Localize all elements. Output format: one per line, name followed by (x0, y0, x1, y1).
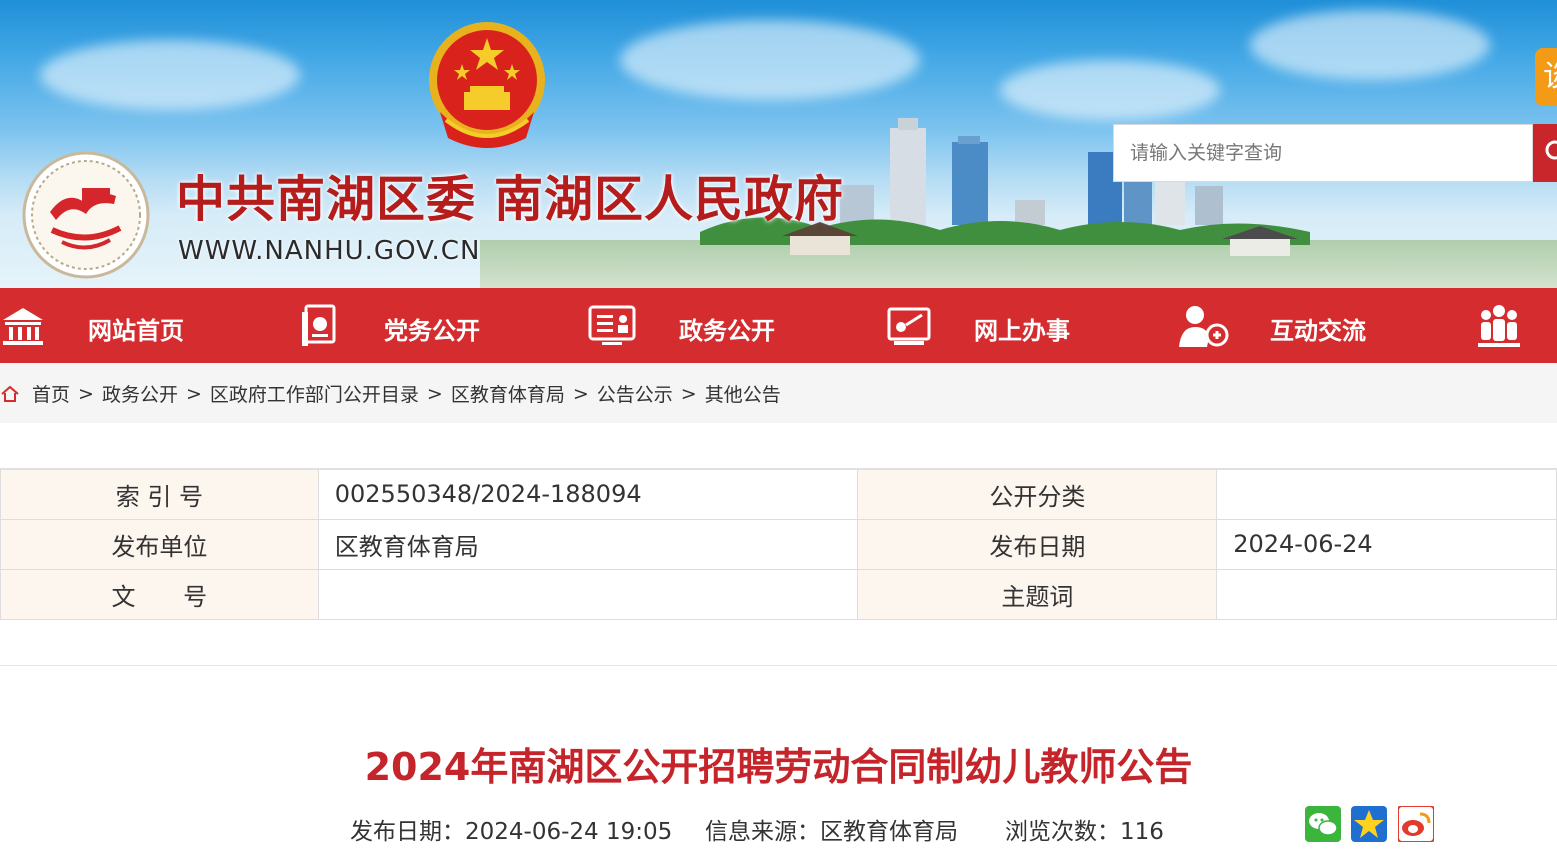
doc-number-value (317, 568, 859, 620)
national-emblem-icon (429, 22, 545, 148)
nav-item-gov[interactable]: 政务公开 (585, 288, 880, 363)
wechat-share-icon[interactable] (1305, 806, 1341, 842)
nav-item-party[interactable]: 党务公开 (290, 288, 585, 363)
info-source: 信息来源：区教育体育局 (705, 819, 958, 845)
breadcrumb-link[interactable]: 区政府工作部门公开目录 (210, 380, 419, 407)
article-title: 2024年南湖区公开招聘劳动合同制幼儿教师公告 (364, 745, 1193, 789)
nav-label: 党务公开 (384, 317, 480, 345)
document-info-table: 索 引 号 002550348/2024-188094 公开分类 发布单位 区教… (0, 468, 1557, 620)
nav-label: 政务公开 (679, 317, 775, 345)
breadcrumb-link[interactable]: 政务公开 (102, 380, 178, 407)
breadcrumb-separator: > (680, 382, 697, 405)
index-label: 索 引 号 (0, 468, 319, 520)
date-value: 2024-06-24 (1216, 518, 1557, 570)
interaction-person-icon (1179, 306, 1229, 347)
breadcrumb-link[interactable]: 公告公示 (597, 380, 673, 407)
breadcrumb-bar: 首页 > 政务公开 > 区政府工作部门公开目录 > 区教育体育局 > 公告公示 … (0, 363, 1557, 423)
view-count: 浏览次数：116 (1005, 819, 1164, 845)
site-url: WWW.NANHU.GOV.CN (178, 236, 481, 266)
party-book-icon (302, 304, 336, 346)
nav-item-home[interactable]: 网站首页 (0, 288, 290, 363)
breadcrumb-separator: > (426, 382, 443, 405)
nav-label: 网上办事 (974, 317, 1070, 345)
nav-item-online[interactable]: 网上办事 (880, 288, 1175, 363)
weibo-share-icon[interactable] (1398, 806, 1434, 842)
favorite-star-icon[interactable] (1351, 806, 1387, 842)
publish-date: 发布日期：2024-06-24 19:05 (350, 819, 673, 845)
table-row: 索 引 号 002550348/2024-188094 公开分类 (0, 468, 1557, 520)
date-label: 发布日期 (857, 518, 1218, 570)
breadcrumb-separator: > (78, 382, 94, 405)
people-group-icon (1478, 305, 1520, 347)
search-input[interactable] (1113, 124, 1533, 182)
breadcrumb: 首页 > 政务公开 > 区政府工作部门公开目录 > 区教育体育局 > 公告公示 … (0, 380, 781, 407)
breadcrumb-link[interactable]: 区教育体育局 (451, 380, 565, 407)
table-row: 文 号 主题词 (0, 568, 1557, 620)
breadcrumb-link[interactable]: 首页 (32, 380, 70, 407)
index-value: 002550348/2024-188094 (317, 468, 859, 520)
home-icon (1, 385, 19, 402)
side-floating-tab[interactable]: 谈 (1535, 48, 1557, 106)
home-building-icon (3, 308, 43, 345)
category-label: 公开分类 (857, 468, 1218, 520)
site-title: 中共南湖区委 南湖区人民政府 (176, 171, 845, 228)
nav-item-interaction[interactable]: 互动交流 (1175, 288, 1470, 363)
district-logo-icon (22, 151, 150, 279)
publisher-value: 区教育体育局 (317, 518, 859, 570)
nav-label: 网站首页 (88, 317, 184, 345)
search-button[interactable] (1533, 124, 1557, 182)
table-row: 发布单位 区教育体育局 发布日期 2024-06-24 (0, 518, 1557, 570)
search-icon (1545, 140, 1557, 160)
doc-number-label: 文 号 (0, 568, 319, 620)
keyword-label: 主题词 (857, 568, 1218, 620)
nav-label: 互动交流 (1270, 317, 1366, 345)
keyword-value (1216, 568, 1557, 620)
online-service-icon (887, 307, 931, 345)
breadcrumb-separator: > (572, 382, 589, 405)
main-nav: 网站首页 党务公开 政务公开 网上办事 互动交流 (0, 288, 1557, 363)
gov-info-icon (588, 305, 636, 345)
category-value (1216, 468, 1557, 520)
breadcrumb-separator: > (185, 382, 202, 405)
nav-item-people[interactable] (1470, 288, 1557, 363)
publisher-label: 发布单位 (0, 518, 319, 570)
divider (0, 665, 1557, 666)
breadcrumb-link[interactable]: 其他公告 (705, 380, 781, 407)
